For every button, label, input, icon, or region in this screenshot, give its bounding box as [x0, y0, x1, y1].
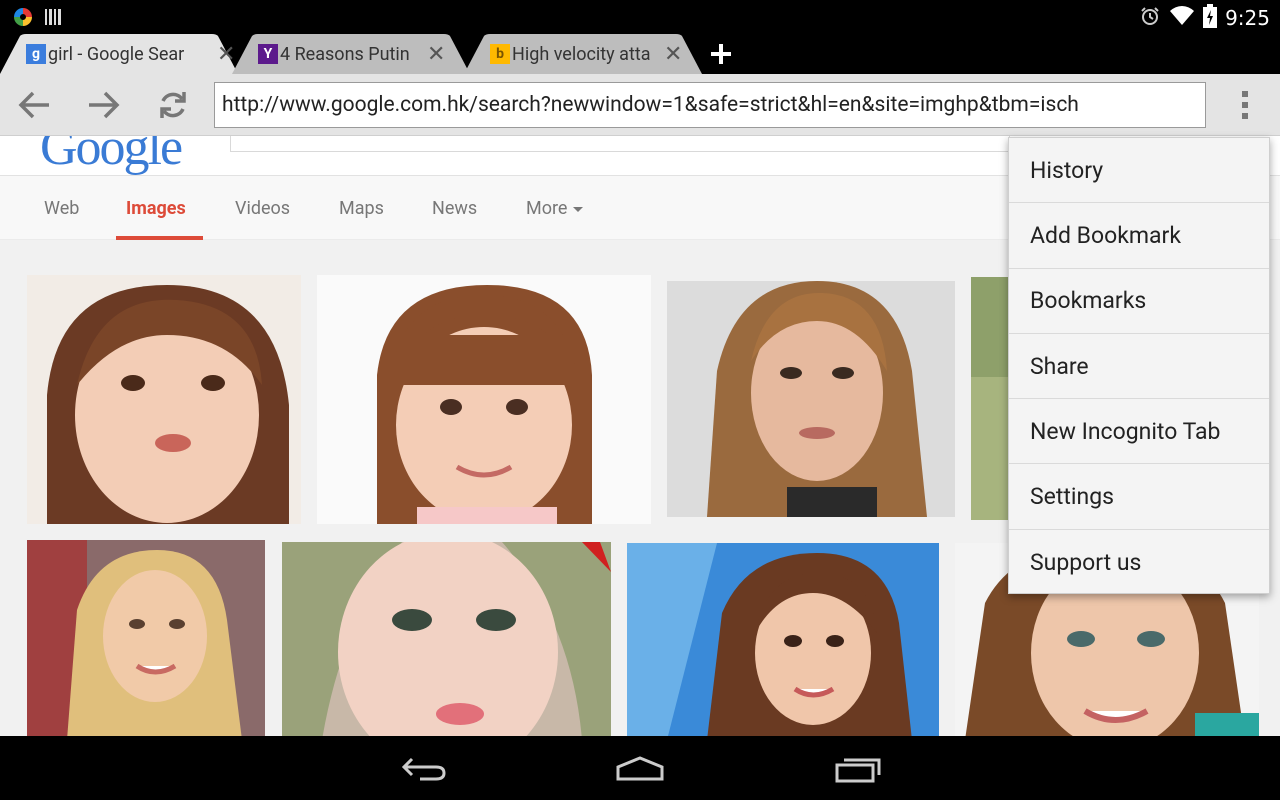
- tab-videos[interactable]: Videos: [235, 198, 290, 219]
- image-result[interactable]: [627, 543, 939, 736]
- yahoo-favicon-icon: Y: [258, 44, 278, 64]
- barcode-notification-icon: [44, 7, 64, 31]
- tab-maps[interactable]: Maps: [339, 198, 384, 219]
- forward-button[interactable]: [84, 86, 124, 124]
- image-result[interactable]: [27, 540, 265, 736]
- menu-item-bookmarks[interactable]: Bookmarks: [1009, 269, 1269, 334]
- close-tab-icon[interactable]: ✕: [427, 42, 445, 67]
- tab-yahoo-article[interactable]: Y 4 Reasons Putin ✕: [232, 34, 470, 74]
- alarm-icon: [1139, 5, 1161, 31]
- menu-item-new-incognito-tab[interactable]: New Incognito Tab: [1009, 399, 1269, 465]
- system-home-button[interactable]: [610, 752, 670, 786]
- new-tab-button[interactable]: [706, 34, 736, 74]
- browser-toolbar: http://www.google.com.hk/search?newwindo…: [0, 74, 1280, 136]
- tab-web[interactable]: Web: [44, 198, 79, 219]
- google-favicon-icon: g: [26, 44, 46, 64]
- tab-bing-article[interactable]: b High velocity atta ✕: [464, 34, 702, 74]
- url-text: http://www.google.com.hk/search?newwindo…: [222, 93, 1079, 117]
- tab-title: girl - Google Sear: [48, 43, 185, 65]
- photo-thumbnail: [627, 543, 939, 736]
- google-logo[interactable]: Google: [40, 136, 183, 177]
- bing-favicon-icon: b: [490, 44, 510, 64]
- menu-item-settings[interactable]: Settings: [1009, 464, 1269, 530]
- recents-icon: [835, 758, 881, 783]
- tab-more[interactable]: More: [526, 198, 584, 219]
- wifi-icon: [1169, 5, 1195, 31]
- reload-button[interactable]: [153, 86, 193, 124]
- tab-google-search[interactable]: g girl - Google Sear ✕: [0, 34, 238, 74]
- photo-thumbnail: [27, 540, 265, 736]
- image-result[interactable]: [667, 281, 955, 517]
- menu-item-add-bookmark[interactable]: Add Bookmark: [1009, 203, 1269, 269]
- menu-item-history[interactable]: History: [1009, 138, 1269, 204]
- system-recents-button[interactable]: [828, 752, 888, 786]
- arrow-left-icon: [18, 91, 49, 119]
- status-time: 9:25: [1225, 6, 1270, 30]
- google-search-input[interactable]: [230, 136, 1010, 152]
- status-bar: 9:25: [0, 0, 1280, 34]
- more-vertical-icon: [1242, 91, 1248, 119]
- tab-strip: g girl - Google Sear ✕ Y 4 Reasons Putin…: [0, 34, 1280, 74]
- caret-down-icon: [573, 206, 584, 212]
- tab-title: High velocity atta: [512, 43, 651, 65]
- back-icon: [401, 757, 446, 781]
- app-notification-icon: [12, 6, 34, 32]
- close-tab-icon[interactable]: ✕: [664, 42, 682, 67]
- overflow-menu-button[interactable]: [1228, 86, 1262, 124]
- photo-thumbnail: [27, 275, 301, 524]
- image-result[interactable]: [282, 542, 611, 736]
- plus-icon: [711, 44, 731, 64]
- tab-images[interactable]: Images: [126, 198, 186, 219]
- url-bar[interactable]: http://www.google.com.hk/search?newwindo…: [214, 82, 1206, 128]
- system-back-button[interactable]: [394, 752, 454, 786]
- battery-charging-icon: [1203, 4, 1218, 32]
- tab-news[interactable]: News: [432, 198, 477, 219]
- back-button[interactable]: [14, 86, 54, 124]
- image-result[interactable]: [27, 275, 301, 524]
- overflow-menu: History Add Bookmark Bookmarks Share New…: [1008, 137, 1270, 594]
- refresh-icon: [160, 92, 186, 118]
- active-tab-indicator: [116, 236, 203, 240]
- menu-item-share[interactable]: Share: [1009, 334, 1269, 400]
- photo-thumbnail: [282, 542, 611, 736]
- tab-more-label: More: [526, 198, 568, 219]
- image-result[interactable]: [317, 275, 651, 524]
- photo-thumbnail: [317, 275, 651, 524]
- arrow-right-icon: [89, 91, 120, 119]
- home-icon: [616, 756, 664, 781]
- system-navigation-bar: [0, 736, 1280, 800]
- photo-thumbnail: [667, 281, 955, 517]
- tab-title: 4 Reasons Putin: [280, 43, 410, 65]
- menu-item-support-us[interactable]: Support us: [1009, 530, 1269, 595]
